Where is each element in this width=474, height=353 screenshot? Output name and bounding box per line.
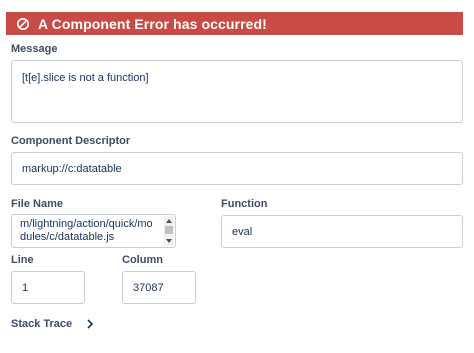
file-name-value: m/lightning/action/quick/modules/c/datat… bbox=[20, 218, 153, 243]
stack-trace-label: Stack Trace bbox=[11, 318, 73, 330]
column-label: Column bbox=[122, 254, 163, 266]
error-title: A Component Error has occurred! bbox=[38, 15, 267, 32]
descriptor-field[interactable]: markup://c:datatable bbox=[11, 152, 463, 185]
column-field[interactable]: 37087 bbox=[122, 271, 196, 304]
function-field[interactable]: eval bbox=[221, 215, 463, 248]
scrollbar-thumb[interactable] bbox=[165, 226, 173, 234]
line-field[interactable]: 1 bbox=[11, 271, 85, 304]
file-name-field[interactable]: m/lightning/action/quick/modules/c/datat… bbox=[11, 214, 176, 248]
stack-trace-toggle[interactable]: Stack Trace bbox=[11, 318, 94, 330]
message-label: Message bbox=[11, 43, 58, 55]
message-field[interactable]: [t[e].slice is not a function] bbox=[11, 60, 463, 123]
file-name-label: File Name bbox=[11, 198, 63, 210]
line-label: Line bbox=[11, 254, 34, 266]
chevron-right-icon bbox=[86, 319, 94, 329]
file-name-scrollbar[interactable] bbox=[164, 216, 174, 246]
error-header: A Component Error has occurred! bbox=[6, 12, 463, 35]
scroll-up-icon[interactable] bbox=[166, 219, 172, 223]
function-label: Function bbox=[221, 198, 268, 210]
ban-icon bbox=[16, 17, 30, 31]
descriptor-label: Component Descriptor bbox=[11, 135, 131, 147]
scroll-down-icon[interactable] bbox=[166, 239, 172, 243]
